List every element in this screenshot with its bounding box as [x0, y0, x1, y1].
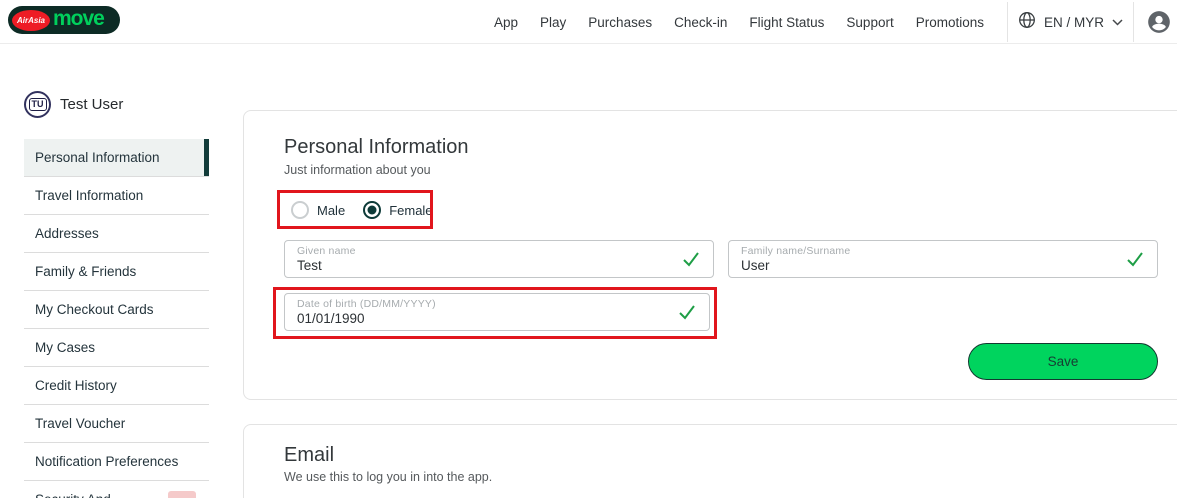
airasia-logo-icon: AirAsia: [12, 9, 50, 31]
nav-item-app[interactable]: App: [494, 15, 518, 30]
account-icon[interactable]: [1146, 9, 1172, 35]
sidebar-item-my-checkout-cards[interactable]: My Checkout Cards: [24, 291, 209, 329]
date-of-birth-label: Date of birth (DD/MM/YYYY): [297, 298, 436, 310]
given-name-label: Given name: [297, 245, 356, 257]
date-of-birth-field[interactable]: Date of birth (DD/MM/YYYY) 01/01/1990: [284, 293, 710, 331]
nav-item-play[interactable]: Play: [540, 15, 566, 30]
nav-item-promotions[interactable]: Promotions: [916, 15, 984, 30]
date-of-birth-value: 01/01/1990: [297, 311, 365, 326]
save-button[interactable]: Save: [968, 343, 1158, 380]
email-card: Email We use this to log you in into the…: [243, 424, 1177, 498]
family-name-value: User: [741, 258, 770, 273]
sidebar-item-travel-information[interactable]: Travel Information: [24, 177, 209, 215]
sidebar-item-credit-history[interactable]: Credit History: [24, 367, 209, 405]
user-name: Test User: [60, 96, 124, 113]
airasia-move-logo[interactable]: AirAsia move: [8, 6, 120, 34]
sidebar-item-travel-voucher[interactable]: Travel Voucher: [24, 405, 209, 443]
email-section-subtitle: We use this to log you in into the app.: [284, 470, 493, 484]
nav-item-support[interactable]: Support: [846, 15, 893, 30]
female-radio-label[interactable]: Female: [389, 203, 432, 218]
top-navigation-bar: AirAsia move App Play Purchases Check-in…: [0, 0, 1177, 44]
male-radio[interactable]: [291, 201, 309, 219]
avatar-initials: TU: [28, 98, 47, 111]
female-radio[interactable]: [363, 201, 382, 219]
language-currency-selector[interactable]: EN / MYR: [1018, 0, 1123, 44]
partially-visible-badge: [168, 491, 196, 498]
family-name-field[interactable]: Family name/Surname User: [728, 240, 1158, 278]
sidebar-item-family-friends[interactable]: Family & Friends: [24, 253, 209, 291]
nav-item-checkin[interactable]: Check-in: [674, 15, 727, 30]
chevron-down-icon: [1112, 13, 1123, 31]
male-radio-label[interactable]: Male: [317, 203, 345, 218]
given-name-field[interactable]: Given name Test: [284, 240, 714, 278]
avatar: TU: [24, 91, 51, 118]
email-section-title: Email: [284, 444, 335, 466]
locale-label: EN / MYR: [1044, 14, 1105, 30]
nav-item-flight-status[interactable]: Flight Status: [749, 15, 824, 30]
move-wordmark: move: [53, 7, 105, 30]
sidebar-item-notification-preferences[interactable]: Notification Preferences: [24, 443, 209, 481]
personal-information-card: Personal Information Just information ab…: [243, 110, 1177, 400]
gender-radio-group: Male Female: [291, 199, 433, 221]
sidebar-item-personal-information[interactable]: Personal Information: [24, 139, 209, 177]
primary-nav: App Play Purchases Check-in Flight Statu…: [494, 0, 984, 44]
nav-item-purchases[interactable]: Purchases: [588, 15, 652, 30]
globe-icon: [1018, 11, 1036, 34]
section-title: Personal Information: [284, 136, 469, 158]
header-divider: [1007, 2, 1008, 42]
sidebar-user: TU Test User: [24, 91, 123, 118]
valid-check-icon: [681, 249, 701, 269]
airasia-move-profile-page: AirAsia move App Play Purchases Check-in…: [0, 0, 1177, 498]
valid-check-icon: [677, 302, 697, 322]
family-name-label: Family name/Surname: [741, 245, 851, 257]
given-name-value: Test: [297, 258, 322, 273]
header-divider: [1133, 2, 1134, 42]
sidebar-item-addresses[interactable]: Addresses: [24, 215, 209, 253]
section-subtitle: Just information about you: [284, 163, 431, 177]
sidebar-item-my-cases[interactable]: My Cases: [24, 329, 209, 367]
valid-check-icon: [1125, 249, 1145, 269]
account-sidebar-menu: Personal Information Travel Information …: [24, 139, 209, 498]
